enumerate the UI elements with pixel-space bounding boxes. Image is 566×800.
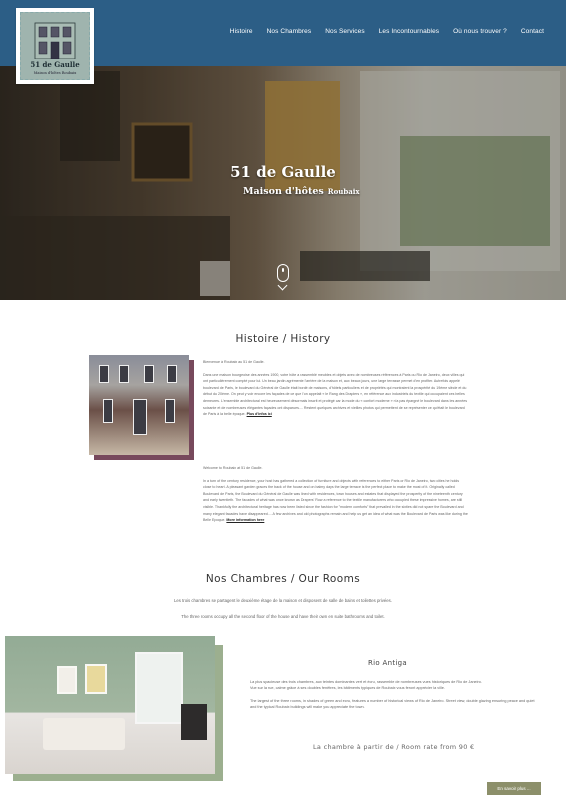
facade-window: [99, 365, 109, 383]
history-fr-paragraph: Dans une maison bourgeoise des années 19…: [203, 372, 468, 418]
site-logo[interactable]: 51 de Gaulle Maison d'hôtes Roubaix: [16, 8, 94, 84]
room-desc-en: The largest of the three rooms, in shade…: [250, 698, 535, 710]
hero-subtitle-text: Maison d'hôtes: [243, 186, 324, 197]
hero-banner: 51 de Gaulle Maison d'hôtes Roubaix: [0, 66, 566, 300]
logo-tagline: Maison d'hôtes Roubaix: [33, 71, 77, 75]
history-text-fr: Bienvenue à Roubaix au 51 de Gaulle. Dan…: [203, 359, 468, 424]
logo-stamp: 51 de Gaulle Maison d'hôtes Roubaix: [20, 12, 90, 80]
history-en-paragraph: In a turn of the century residence, your…: [203, 478, 468, 524]
rooms-intro-fr: Les trois chambres se partagent le deuxi…: [173, 598, 393, 603]
facade-window: [119, 365, 129, 383]
history-fr-greeting: Bienvenue à Roubaix au 51 de Gaulle.: [203, 360, 265, 364]
history-en-greeting: Welcome to Roubaix at 51 de Gaulle.: [203, 466, 263, 470]
nav-item-contact[interactable]: Contact: [521, 28, 544, 35]
room-window: [135, 652, 183, 724]
house-illustration-icon: [34, 22, 76, 59]
rooms-title: Nos Chambres / Our Rooms: [205, 573, 361, 585]
scroll-mouse-icon[interactable]: [277, 264, 289, 282]
wall-frame: [85, 664, 107, 694]
room-bed: [43, 718, 125, 750]
facade-window: [165, 399, 175, 423]
main-nav: Histoire Nos Chambres Nos Services Les I…: [230, 28, 544, 35]
facade-window: [144, 365, 154, 383]
logo-name: 51 de Gaulle: [30, 60, 80, 69]
history-fr-body: Dans une maison bourgeoise des années 19…: [203, 372, 468, 417]
facade-window: [103, 399, 113, 423]
facade-window: [167, 365, 177, 383]
room-dresser: [181, 704, 207, 740]
room-name: Rio Antiga: [368, 659, 407, 667]
nav-item-location[interactable]: Où nous trouver ?: [453, 28, 507, 35]
history-text-en: Welcome to Roubaix at 51 de Gaulle. In a…: [203, 465, 468, 530]
room-desc-fr-2: Vue sur la rue, calme grâce à ses double…: [250, 686, 445, 691]
wall-frame: [57, 666, 77, 694]
history-title: Histoire / History: [235, 333, 331, 345]
rooms-intro-en: The three rooms occupy all the second fl…: [181, 614, 385, 619]
hero-title: 51 de Gaulle: [230, 163, 336, 181]
nav-item-incontournables[interactable]: Les Incontournables: [379, 28, 439, 35]
history-image: [89, 355, 189, 455]
hero-subtitle: Maison d'hôtes Roubaix: [243, 186, 360, 197]
facade-door: [133, 399, 147, 435]
room-image: [5, 636, 215, 774]
history-en-body: In a turn of the century residence, your…: [203, 478, 468, 523]
nav-item-services[interactable]: Nos Services: [325, 28, 365, 35]
history-en-link[interactable]: More information here: [226, 518, 264, 522]
more-info-button[interactable]: En savoir plus ...: [487, 782, 541, 795]
room-price: La chambre à partir de / Room rate from …: [313, 743, 475, 751]
nav-item-chambres[interactable]: Nos Chambres: [267, 28, 312, 35]
nav-item-histoire[interactable]: Histoire: [230, 28, 253, 35]
hero-city: Roubaix: [327, 187, 360, 196]
history-fr-link[interactable]: Plus d'infos ici: [247, 412, 272, 416]
room-description: La plus spacieuse des trois chambres, au…: [250, 679, 538, 717]
